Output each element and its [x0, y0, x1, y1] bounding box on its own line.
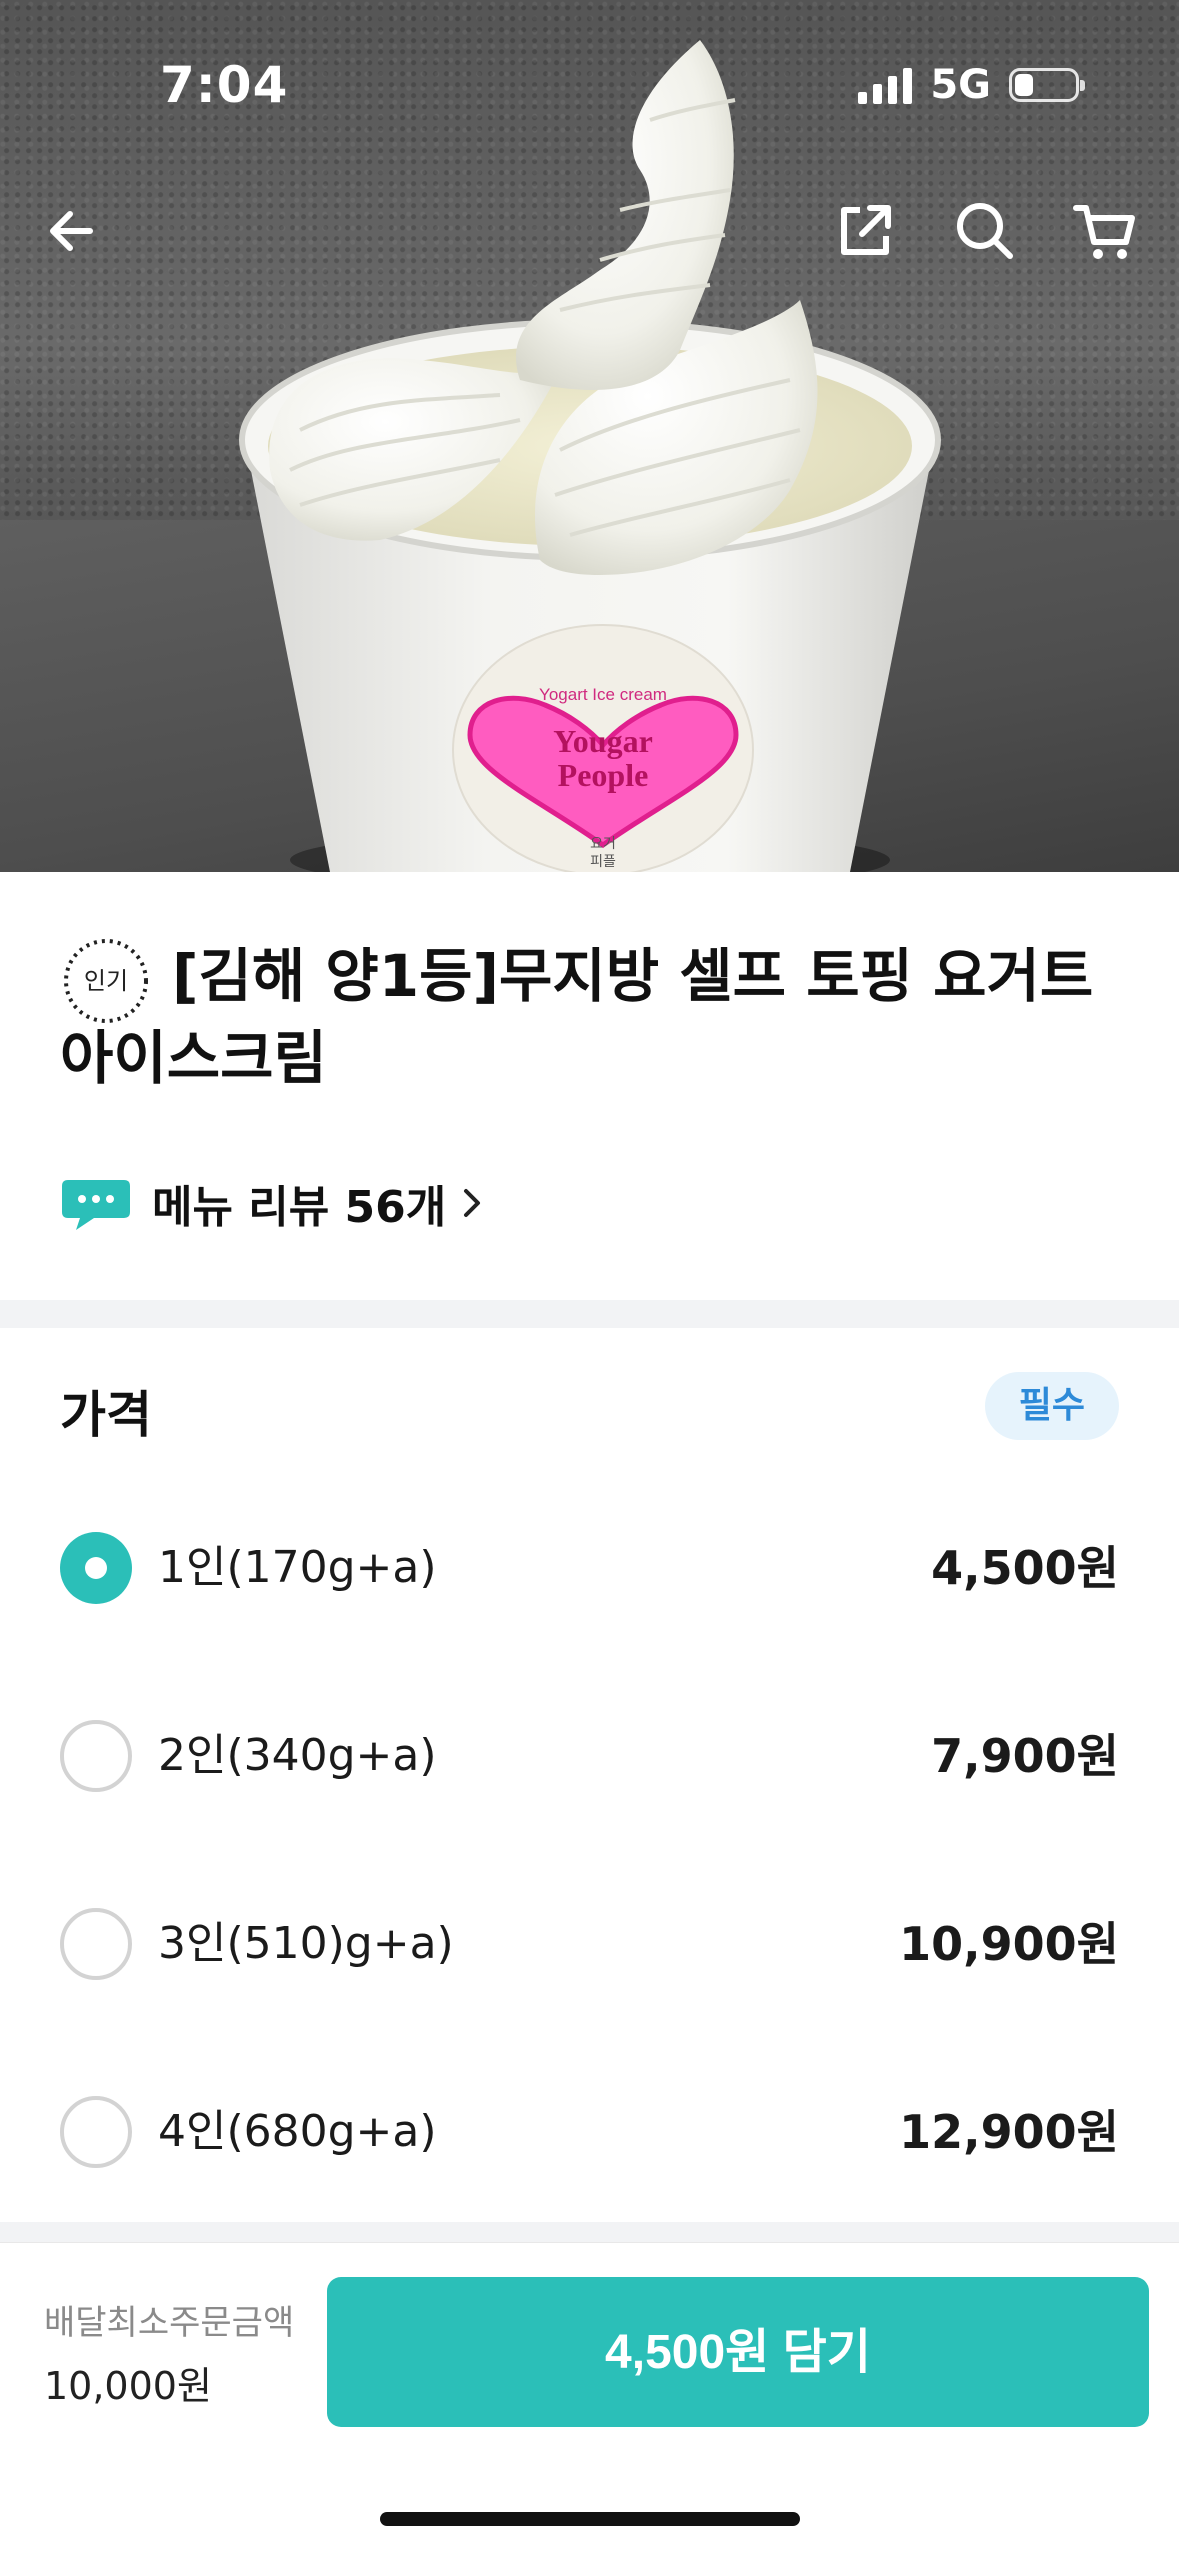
- share-button[interactable]: [830, 196, 900, 266]
- search-icon: [957, 203, 1013, 259]
- popular-badge: 인기: [60, 935, 152, 1027]
- option-price: 7,900원: [931, 1729, 1119, 1783]
- home-indicator: [380, 2512, 800, 2526]
- product-title: [김해 양1등]무지방 셀프 토핑 요거트 아이스크림: [60, 942, 1094, 1092]
- share-icon: [841, 205, 891, 255]
- option-price: 4,500원: [931, 1541, 1119, 1595]
- price-section-title: 가격: [60, 1386, 152, 1444]
- bottom-divider: [0, 2222, 1179, 2242]
- menu-review-link[interactable]: 메뉴 리뷰 56개: [60, 1168, 486, 1238]
- radio-unselected[interactable]: [60, 1908, 132, 1980]
- label-korean-line1: 요거: [590, 836, 616, 852]
- option-price: 10,900원: [899, 1917, 1119, 1971]
- review-count-text: 메뉴 리뷰 56개: [152, 1182, 447, 1233]
- popular-badge-label: 인기: [83, 967, 129, 995]
- min-order-label: 배달최소주문금액: [44, 2303, 295, 2343]
- price-option-3[interactable]: 3인(510)g+a) 10,900원: [0, 1884, 1179, 2004]
- label-brand-line2: People: [558, 757, 649, 793]
- required-badge: 필수: [984, 1372, 1119, 1440]
- price-option-4[interactable]: 4인(680g+a) 12,900원: [0, 2072, 1179, 2192]
- speech-bubble-icon: [62, 1180, 130, 1230]
- chevron-right-icon: [464, 1189, 481, 1217]
- back-arrow-icon: [50, 211, 93, 251]
- status-time: 7:04: [160, 56, 289, 114]
- network-type: 5G: [930, 62, 991, 108]
- status-indicators: 5G: [858, 62, 1085, 108]
- signal-icon: [858, 66, 913, 104]
- label-korean-line2: 피플: [590, 854, 616, 870]
- radio-unselected[interactable]: [60, 1720, 132, 1792]
- cart-button[interactable]: [1070, 196, 1140, 266]
- option-label: 2인(340g+a): [158, 1730, 437, 1781]
- bottom-action-bar: 배달최소주문금액 10,000원 4,500원 담기: [0, 2242, 1179, 2557]
- price-option-1[interactable]: 1인(170g+a) 4,500원: [0, 1508, 1179, 1628]
- radio-selected[interactable]: [60, 1532, 132, 1604]
- option-label: 4인(680g+a): [158, 2106, 437, 2157]
- battery-icon: [1009, 68, 1085, 102]
- status-bar: 7:04 5G: [0, 0, 1179, 160]
- back-button[interactable]: [40, 196, 110, 266]
- min-order-value: 10,000원: [44, 2364, 212, 2408]
- product-image: Yogart Ice cream Yougar People 요거 피플 7:0…: [0, 0, 1179, 872]
- section-divider: [0, 1300, 1179, 1328]
- label-brand-line1: Yougar: [553, 723, 653, 759]
- option-label: 3인(510)g+a): [158, 1918, 454, 1969]
- add-to-cart-button[interactable]: 4,500원 담기: [327, 2277, 1149, 2427]
- option-price: 12,900원: [899, 2105, 1119, 2159]
- cart-icon: [1073, 205, 1135, 259]
- option-label: 1인(170g+a): [158, 1542, 437, 1593]
- radio-unselected[interactable]: [60, 2096, 132, 2168]
- price-option-2[interactable]: 2인(340g+a) 7,900원: [0, 1696, 1179, 1816]
- search-button[interactable]: [950, 196, 1020, 266]
- label-top-text: Yogart Ice cream: [539, 685, 667, 704]
